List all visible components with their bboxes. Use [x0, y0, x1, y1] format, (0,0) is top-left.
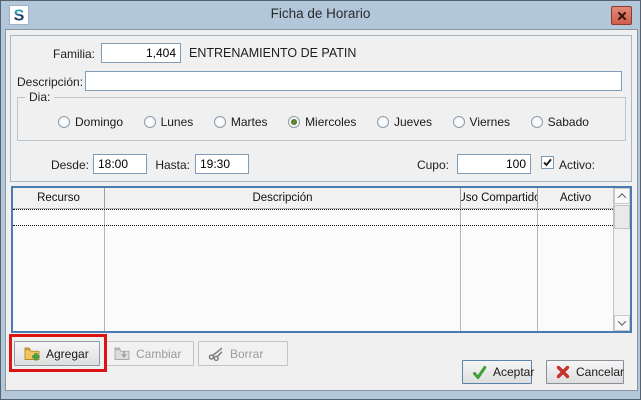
- agregar-label: Agregar: [46, 347, 89, 361]
- scrollbar-thumb[interactable]: [614, 205, 630, 229]
- close-icon: [617, 11, 627, 21]
- column-header-recurso[interactable]: Recurso: [13, 188, 105, 208]
- schedule-form-panel: Familia: ENTRENAMIENTO DE PATIN Descripc…: [10, 35, 632, 182]
- table-header-row: Recurso Descripción Uso Compartido Activ…: [13, 188, 613, 209]
- descripcion-input[interactable]: [85, 71, 622, 91]
- column-header-uso-compartido[interactable]: Uso Compartido: [461, 188, 538, 208]
- radio-circle-selected-icon: [288, 116, 300, 128]
- dia-groupbox: Dia: Domingo Lunes Martes: [17, 97, 626, 141]
- borrar-button[interactable]: Borrar: [198, 341, 288, 366]
- x-icon: [556, 365, 570, 379]
- radio-circle-icon: [58, 116, 70, 128]
- resources-table-main: Recurso Descripción Uso Compartido Activ…: [13, 188, 613, 331]
- dialog-content: Familia: ENTRENAMIENTO DE PATIN Descripc…: [5, 29, 638, 391]
- aceptar-label: Aceptar: [493, 365, 534, 379]
- radio-sabado[interactable]: Sabado: [531, 115, 589, 129]
- radio-label: Lunes: [161, 115, 194, 129]
- familia-input[interactable]: [101, 43, 181, 63]
- descripcion-label: Descripción:: [17, 75, 83, 89]
- radio-viernes[interactable]: Viernes: [453, 115, 510, 129]
- selected-empty-row[interactable]: [13, 209, 613, 226]
- check-icon: [472, 365, 487, 380]
- column-header-activo[interactable]: Activo: [538, 188, 613, 208]
- cancelar-label: Cancelar: [576, 365, 624, 379]
- borrar-label: Borrar: [230, 347, 263, 361]
- cambiar-button[interactable]: Cambiar: [104, 341, 194, 366]
- radio-miercoles[interactable]: Miercoles: [288, 115, 356, 129]
- radio-jueves[interactable]: Jueves: [377, 115, 432, 129]
- radio-label: Martes: [231, 115, 268, 129]
- chevron-down-icon: [618, 317, 626, 325]
- window-title: Ficha de Horario: [1, 6, 640, 21]
- radio-circle-icon: [214, 116, 226, 128]
- titlebar: S S Ficha de Horario: [1, 1, 640, 29]
- cupo-label: Cupo:: [401, 158, 449, 172]
- radio-label: Miercoles: [305, 115, 356, 129]
- activo-label: Activo:: [559, 158, 595, 172]
- checkmark-icon: [542, 157, 553, 168]
- radio-label: Jueves: [394, 115, 432, 129]
- radio-circle-icon: [531, 116, 543, 128]
- day-radio-group: Domingo Lunes Martes Miercoles: [18, 98, 625, 140]
- radio-label: Viernes: [470, 115, 510, 129]
- familia-name-text: ENTRENAMIENTO DE PATIN: [189, 46, 356, 60]
- close-button[interactable]: [611, 6, 632, 25]
- dialog-window: S S Ficha de Horario Familia: ENTRENAMIE…: [0, 0, 641, 400]
- table-column-uso-compartido: [461, 209, 538, 331]
- desde-input[interactable]: [93, 154, 147, 174]
- scissors-icon: [208, 346, 224, 361]
- activo-checkbox[interactable]: [541, 156, 554, 169]
- table-column-activo: [538, 209, 613, 331]
- aceptar-button[interactable]: Aceptar: [462, 360, 532, 384]
- radio-martes[interactable]: Martes: [214, 115, 268, 129]
- scroll-down-button[interactable]: [614, 315, 630, 331]
- scroll-up-button[interactable]: [614, 188, 630, 204]
- cancelar-button[interactable]: Cancelar: [546, 360, 624, 384]
- radio-lunes[interactable]: Lunes: [144, 115, 194, 129]
- table-column-descripcion: [105, 209, 461, 331]
- radio-circle-icon: [453, 116, 465, 128]
- desde-label: Desde:: [37, 158, 89, 172]
- resources-table: Recurso Descripción Uso Compartido Activ…: [11, 186, 632, 333]
- cupo-input[interactable]: [457, 154, 531, 174]
- radio-circle-icon: [377, 116, 389, 128]
- agregar-button[interactable]: Agregar: [14, 341, 100, 366]
- column-header-descripcion[interactable]: Descripción: [105, 188, 461, 208]
- table-scrollbar[interactable]: [613, 188, 630, 331]
- cambiar-label: Cambiar: [136, 347, 181, 361]
- hasta-label: Hasta:: [142, 158, 190, 172]
- radio-label: Sabado: [548, 115, 589, 129]
- chevron-up-icon: [618, 193, 626, 201]
- radio-label: Domingo: [75, 115, 123, 129]
- add-folder-icon: [24, 346, 40, 361]
- radio-circle-icon: [144, 116, 156, 128]
- dia-legend: Dia:: [25, 90, 54, 104]
- radio-domingo[interactable]: Domingo: [58, 115, 123, 129]
- familia-label: Familia:: [41, 47, 95, 61]
- hasta-input[interactable]: [195, 154, 249, 174]
- change-arrow-icon: [114, 346, 130, 361]
- table-column-recurso: [13, 209, 105, 331]
- table-body[interactable]: [13, 209, 613, 331]
